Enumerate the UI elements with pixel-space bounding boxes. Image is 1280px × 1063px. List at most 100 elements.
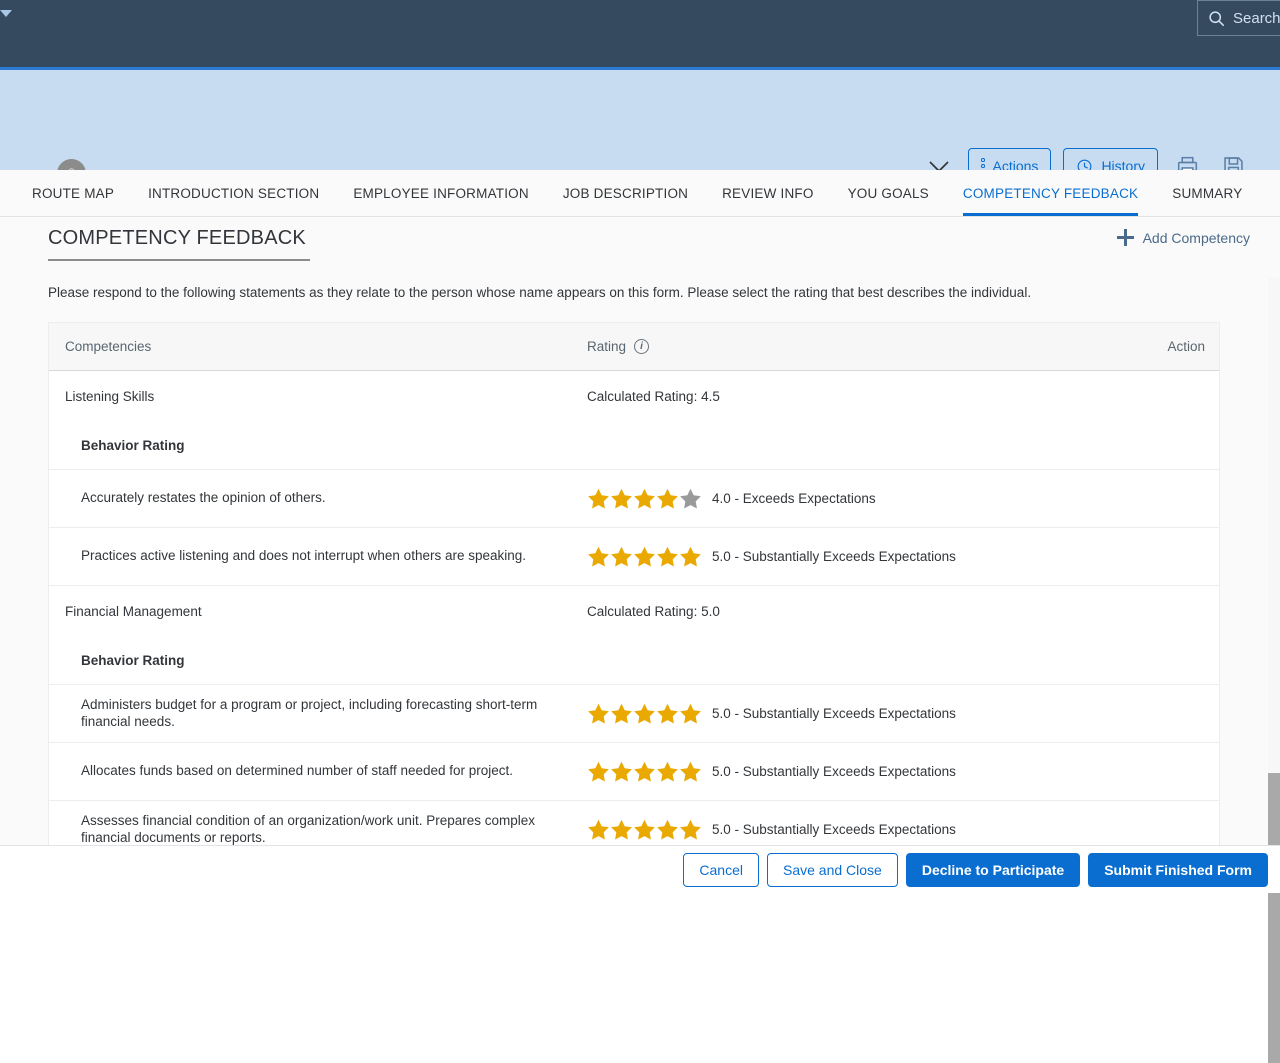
tab-label: JOB DESCRIPTION [563,186,688,201]
star-filled-icon[interactable] [656,760,679,783]
star-filled-icon[interactable] [587,702,610,725]
save-and-close-button[interactable]: Save and Close [767,853,898,887]
info-icon[interactable]: i [634,339,649,354]
tab-label: INTRODUCTION SECTION [148,186,319,201]
star-filled-icon[interactable] [587,487,610,510]
tab-summary[interactable]: SUMMARY [1172,170,1242,216]
vertical-scrollbar-track[interactable] [1268,278,1280,845]
competency-feedback-content: COMPETENCY FEEDBACK Add Competency Pleas… [0,217,1280,845]
behavior-rating-header-row: Behavior Rating [49,637,1219,685]
column-header-rating-label: Rating [587,339,626,354]
footer-action-bar: Cancel Save and Close Decline to Participa… [0,845,1280,893]
star-filled-icon[interactable] [633,818,656,841]
competency-calculated-rating: Calculated Rating: 4.5 [587,389,1157,404]
star-filled-icon[interactable] [587,818,610,841]
tab-label: EMPLOYEE INFORMATION [353,186,529,201]
behavior-item-row: Assesses financial condition of an organ… [49,801,1219,845]
section-title-underline [48,259,310,261]
star-filled-icon[interactable] [633,760,656,783]
caret-down-icon [0,10,12,17]
tab-competency-feedback[interactable]: COMPETENCY FEEDBACK [963,170,1138,216]
star-filled-icon[interactable] [587,545,610,568]
tab-label: ROUTE MAP [32,186,114,201]
competency-row: Listening SkillsCalculated Rating: 4.5 [49,371,1219,422]
search-placeholder-label: Search fo [1233,10,1280,27]
star-filled-icon[interactable] [633,545,656,568]
star-rating-control[interactable] [587,818,702,841]
add-competency-label: Add Competency [1143,230,1250,246]
star-filled-icon[interactable] [656,545,679,568]
section-header: COMPETENCY FEEDBACK Add Competency [48,217,1250,263]
star-filled-icon[interactable] [679,545,702,568]
star-rating-control[interactable] [587,702,702,725]
column-header-rating: Rating i [587,339,1157,354]
search-icon [1208,10,1225,27]
behavior-item-row: Allocates funds based on determined numb… [49,743,1219,801]
table-header-row: Competencies Rating i Action [49,323,1219,371]
competency-name: Listening Skills [49,389,587,404]
shell-bar: rmance eview Search fo [0,0,1280,67]
tab-label: YOU GOALS [848,186,929,201]
competency-table: Competencies Rating i Action Listening S… [48,322,1220,845]
rating-label: 4.0 - Exceeds Expectations [712,491,876,506]
behavior-item-rating: 5.0 - Substantially Exceeds Expectations [587,545,1157,568]
behavior-rating-label: Behavior Rating [49,438,587,453]
footer-button-label: Submit Finished Form [1104,862,1252,878]
tab-you-goals[interactable]: YOU GOALS [848,170,929,216]
star-filled-icon[interactable] [656,702,679,725]
star-filled-icon[interactable] [679,760,702,783]
star-rating-control[interactable] [587,545,702,568]
behavior-item-text: Administers budget for a program or proj… [49,697,587,731]
footer-button-label: Save and Close [783,862,882,878]
star-filled-icon[interactable] [633,487,656,510]
star-filled-icon[interactable] [679,702,702,725]
star-filled-icon[interactable] [610,545,633,568]
rating-label: 5.0 - Substantially Exceeds Expectations [712,549,956,564]
submit-finished-form-button[interactable]: Submit Finished Form [1088,853,1268,887]
star-filled-icon[interactable] [679,818,702,841]
behavior-item-text: Accurately restates the opinion of other… [49,490,587,507]
star-filled-icon[interactable] [610,760,633,783]
star-filled-icon[interactable] [587,760,610,783]
cancel-button[interactable]: Cancel [683,853,759,887]
add-competency-button[interactable]: Add Competency [1117,217,1250,246]
section-tab-bar: ROUTE MAP INTRODUCTION SECTION EMPLOYEE IN… [0,170,1280,217]
star-filled-icon[interactable] [610,818,633,841]
competency-calculated-rating: Calculated Rating: 5.0 [587,604,1157,619]
rating-label: 5.0 - Substantially Exceeds Expectations [712,764,956,779]
star-empty-icon[interactable] [679,487,702,510]
tab-label: REVIEW INFO [722,186,813,201]
module-switcher[interactable]: rmance [0,5,12,22]
behavior-item-rating: 5.0 - Substantially Exceeds Expectations [587,760,1157,783]
plus-icon [1117,229,1134,246]
star-filled-icon[interactable] [610,702,633,725]
behavior-rating-header-row: Behavior Rating [49,422,1219,470]
star-filled-icon[interactable] [656,818,679,841]
star-rating-control[interactable] [587,487,702,510]
tab-label: SUMMARY [1172,186,1242,201]
tab-employee-information[interactable]: EMPLOYEE INFORMATION [353,170,529,216]
tab-introduction-section[interactable]: INTRODUCTION SECTION [148,170,319,216]
star-rating-control[interactable] [587,760,702,783]
tab-route-map[interactable]: ROUTE MAP [32,170,114,216]
tab-label: COMPETENCY FEEDBACK [963,186,1138,201]
tab-review-info[interactable]: REVIEW INFO [722,170,813,216]
competency-row: Financial ManagementCalculated Rating: 5… [49,586,1219,637]
behavior-item-row: Practices active listening and does not … [49,528,1219,586]
search-input[interactable]: Search fo [1197,0,1280,36]
column-header-competencies: Competencies [49,339,587,354]
section-title: COMPETENCY FEEDBACK [48,217,306,250]
star-filled-icon[interactable] [656,487,679,510]
column-header-action: Action [1157,339,1219,354]
tab-job-description[interactable]: JOB DESCRIPTION [563,170,688,216]
rating-label: 5.0 - Substantially Exceeds Expectations [712,706,956,721]
star-filled-icon[interactable] [610,487,633,510]
decline-to-participate-button[interactable]: Decline to Participate [906,853,1080,887]
vertical-scrollbar-thumb[interactable] [1268,773,1280,1063]
rating-label: 5.0 - Substantially Exceeds Expectations [712,822,956,837]
competency-name: Financial Management [49,604,587,619]
behavior-item-row: Accurately restates the opinion of other… [49,470,1219,528]
behavior-item-row: Administers budget for a program or proj… [49,685,1219,743]
footer-button-label: Cancel [699,862,743,878]
star-filled-icon[interactable] [633,702,656,725]
